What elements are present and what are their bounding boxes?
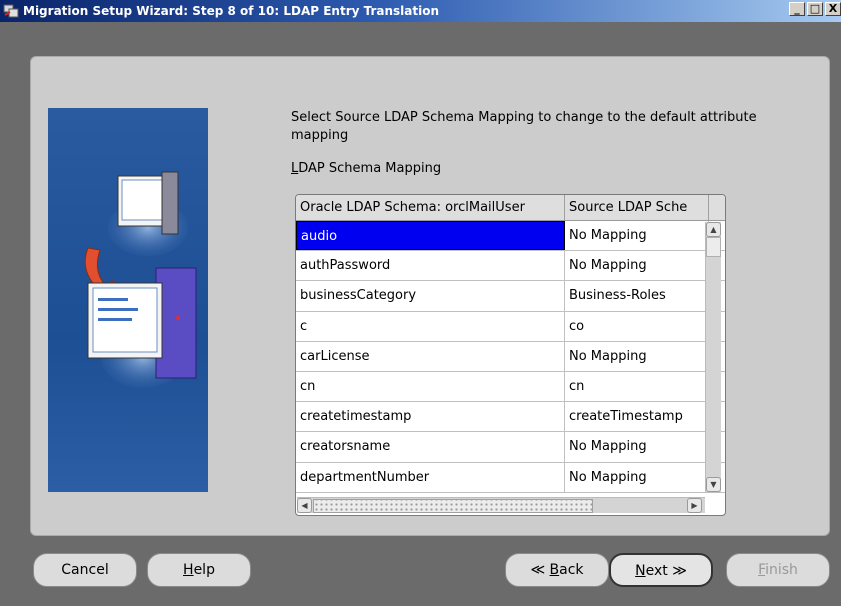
table-row[interactable]: createtimestamp createTimestamp — [296, 402, 725, 433]
cancel-button[interactable]: Cancel — [33, 553, 137, 587]
column-header-source-schema[interactable]: Source LDAP Sche — [565, 195, 709, 220]
finish-label-rest: inish — [765, 562, 798, 578]
scroll-left-icon[interactable]: ◀ — [297, 498, 312, 513]
oracle-attribute-cell[interactable]: c — [296, 311, 565, 341]
source-mapping-cell[interactable]: No Mapping — [565, 251, 709, 281]
vertical-scroll-thumb[interactable] — [706, 237, 721, 257]
maximize-button[interactable]: □ — [807, 2, 823, 16]
table-row[interactable]: departmentNumber No Mapping — [296, 462, 725, 493]
wizard-body: Select Source LDAP Schema Mapping to cha… — [0, 22, 841, 606]
source-mapping-cell[interactable]: No Mapping — [565, 221, 709, 251]
label-rest: DAP Schema Mapping — [298, 161, 442, 176]
scroll-down-icon[interactable]: ▼ — [706, 477, 721, 492]
horizontal-scroll-thumb[interactable] — [313, 499, 593, 513]
app-icon — [3, 3, 19, 19]
horizontal-scrollbar[interactable]: ◀ ▶ — [297, 497, 705, 513]
oracle-attribute-cell[interactable]: departmentNumber — [296, 462, 565, 492]
migration-graphic — [84, 171, 197, 388]
help-label-rest: elp — [193, 562, 215, 578]
source-mapping-cell[interactable]: No Mapping — [565, 341, 709, 371]
finish-button[interactable]: Finish — [726, 553, 830, 587]
column-header-oracle-schema[interactable]: Oracle LDAP Schema: orclMailUser — [296, 195, 565, 220]
back-button[interactable]: ≪ Back — [505, 553, 609, 587]
help-mnemonic: H — [183, 562, 194, 578]
table-row[interactable]: authPassword No Mapping — [296, 251, 725, 282]
source-mapping-cell[interactable]: createTimestamp — [565, 402, 709, 432]
minimize-button[interactable]: _ — [789, 2, 805, 16]
source-mapping-cell[interactable]: No Mapping — [565, 462, 709, 492]
oracle-attribute-cell[interactable]: creatorsname — [296, 432, 565, 462]
instruction-text: Select Source LDAP Schema Mapping to cha… — [291, 110, 757, 143]
table-row[interactable]: audio No Mapping — [296, 221, 725, 252]
table-row[interactable]: c co — [296, 311, 725, 342]
ldap-schema-mapping-label: LDAP Schema Mapping — [291, 161, 441, 176]
help-button[interactable]: Help — [147, 553, 251, 587]
window-title: Migration Setup Wizard: Step 8 of 10: LD… — [23, 4, 440, 18]
oracle-attribute-cell[interactable]: businessCategory — [296, 281, 565, 311]
oracle-attribute-cell[interactable]: audio — [296, 221, 565, 251]
table-row[interactable]: cn cn — [296, 371, 725, 403]
source-mapping-cell[interactable]: cn — [565, 371, 709, 402]
back-mnemonic: B — [549, 562, 560, 578]
table-row[interactable]: businessCategory Business-Roles — [296, 281, 725, 312]
next-arrow-icon: ≫ — [672, 563, 687, 579]
source-mapping-cell[interactable]: co — [565, 311, 709, 341]
next-label-rest: ext — [645, 563, 668, 579]
oracle-attribute-cell[interactable]: createtimestamp — [296, 402, 565, 432]
content-panel: Select Source LDAP Schema Mapping to cha… — [30, 56, 830, 536]
next-button[interactable]: Next ≫ — [609, 553, 713, 587]
title-bar[interactable]: Migration Setup Wizard: Step 8 of 10: LD… — [0, 0, 841, 22]
next-mnemonic: N — [635, 563, 646, 579]
scroll-up-icon[interactable]: ▲ — [706, 222, 721, 237]
source-mapping-cell[interactable]: Business-Roles — [565, 281, 709, 311]
wizard-illustration — [48, 108, 208, 492]
table-row[interactable]: carLicense No Mapping — [296, 341, 725, 372]
vertical-scrollbar[interactable]: ▲ ▼ — [705, 222, 721, 492]
scroll-right-icon[interactable]: ▶ — [687, 498, 702, 513]
oracle-attribute-cell[interactable]: authPassword — [296, 251, 565, 281]
table-header: Oracle LDAP Schema: orclMailUser Source … — [296, 195, 725, 221]
oracle-attribute-cell[interactable]: carLicense — [296, 341, 565, 371]
table-row[interactable]: creatorsname No Mapping — [296, 432, 725, 463]
back-arrow-icon: ≪ — [530, 562, 546, 578]
ldap-schema-mapping-table[interactable]: Oracle LDAP Schema: orclMailUser Source … — [295, 194, 726, 516]
oracle-attribute-cell[interactable]: cn — [296, 371, 565, 402]
back-label-rest: ack — [559, 562, 584, 578]
close-button[interactable]: X — [825, 2, 841, 16]
source-mapping-cell[interactable]: No Mapping — [565, 432, 709, 462]
